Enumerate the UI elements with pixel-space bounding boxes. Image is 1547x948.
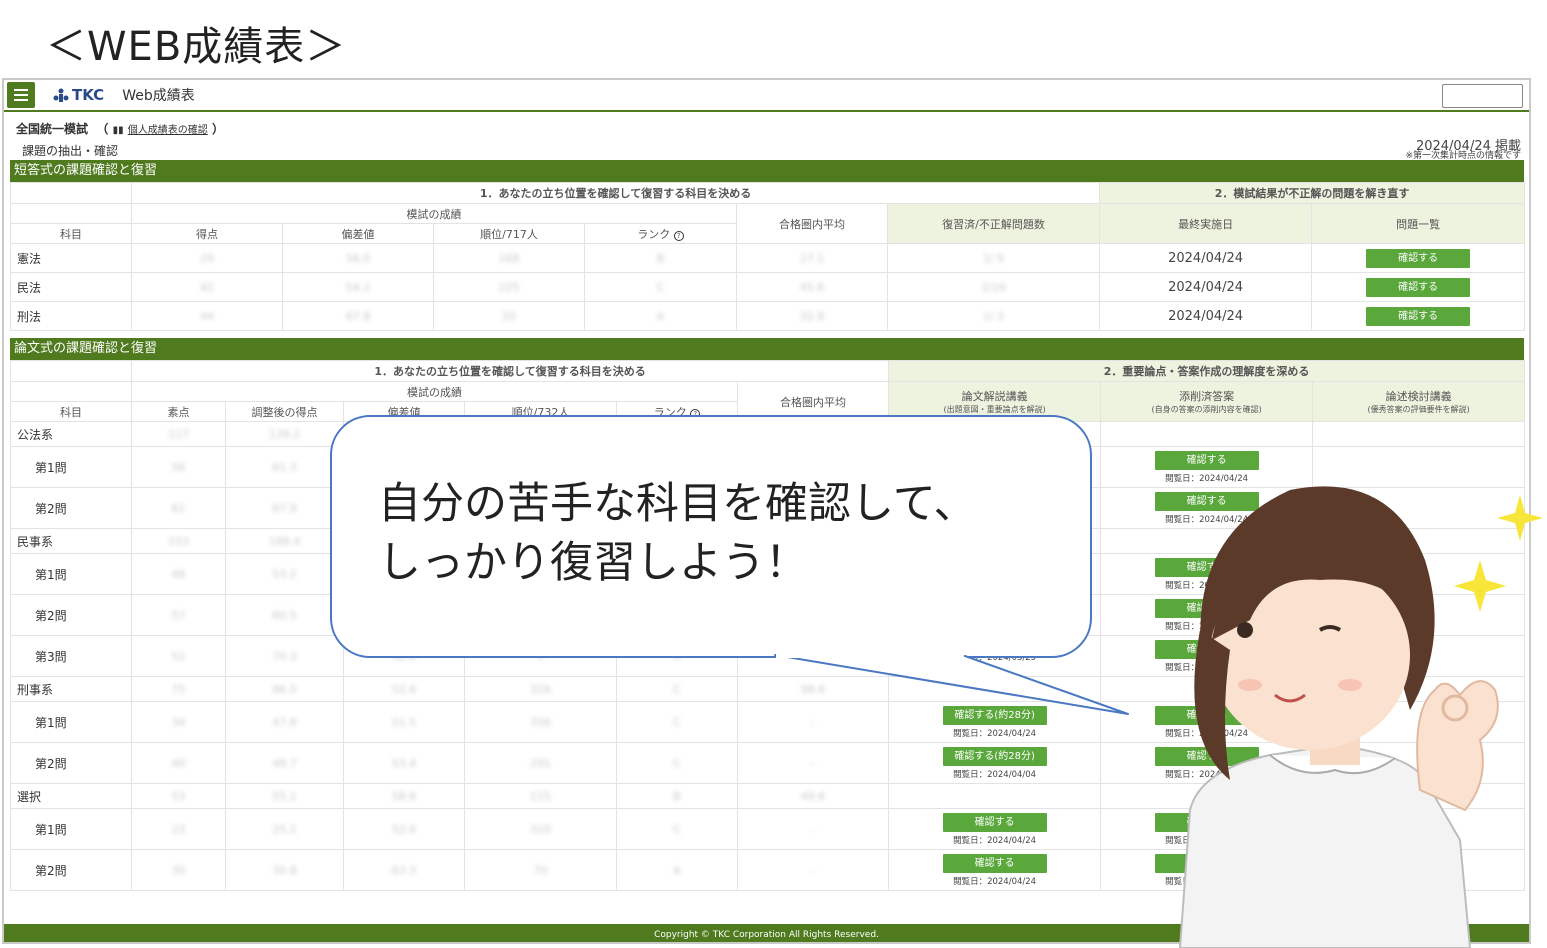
sparkle-icon: [1497, 495, 1543, 541]
girl-character-illustration: [1178, 486, 1543, 948]
sparkle-icon: [1454, 560, 1506, 612]
